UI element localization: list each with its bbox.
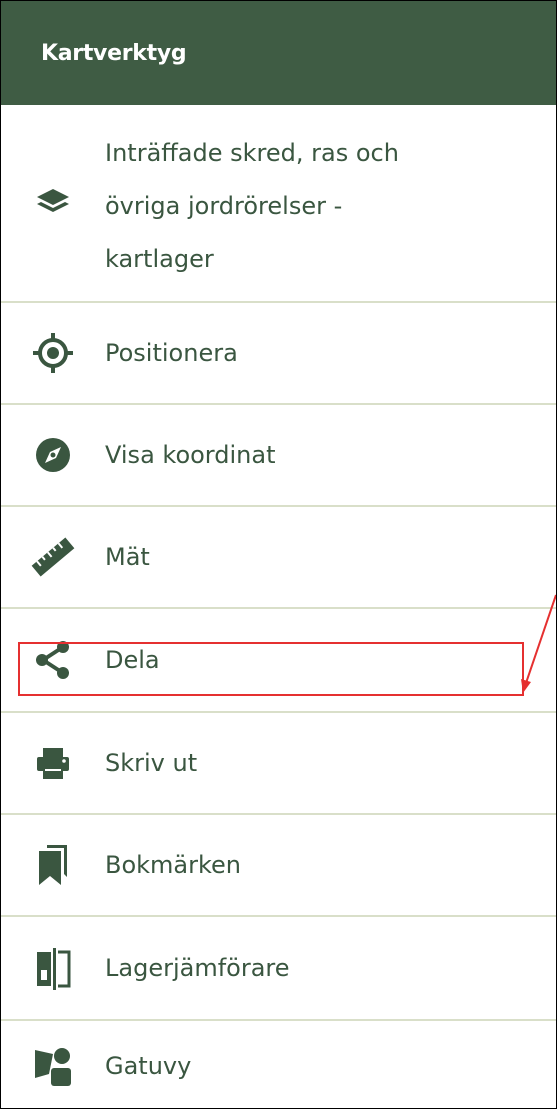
crosshair-icon — [31, 331, 75, 375]
tool-item-layer-compare[interactable]: Lagerjämförare — [1, 917, 556, 1021]
map-tools-panel: Kartverktyg Inträffade skred, ras och öv… — [0, 0, 557, 1109]
tool-item-label: Positionera — [105, 339, 238, 367]
share-icon — [31, 638, 75, 682]
compare-icon — [31, 946, 75, 990]
panel-header: Kartverktyg — [1, 1, 556, 105]
tool-item-label: Visa koordinat — [105, 441, 276, 469]
street-view-icon — [31, 1044, 75, 1088]
tool-item-label: Skriv ut — [105, 749, 198, 777]
tool-item-position[interactable]: Positionera — [1, 303, 556, 405]
print-icon — [31, 741, 75, 785]
tool-item-street-view[interactable]: Gatuvy — [1, 1021, 556, 1108]
panel-title: Kartverktyg — [41, 40, 187, 66]
tool-item-print[interactable]: Skriv ut — [1, 713, 556, 815]
bookmarks-icon — [31, 843, 75, 887]
tool-item-layers[interactable]: Inträffade skred, ras och övriga jordrör… — [1, 105, 556, 303]
compass-icon — [31, 433, 75, 477]
tool-item-share[interactable]: Dela — [1, 609, 556, 713]
layers-icon — [31, 181, 75, 225]
tool-item-label: Lagerjämförare — [105, 954, 290, 982]
tool-item-label: Inträffade skred, ras och övriga jordrör… — [105, 139, 399, 273]
tool-item-label: Bokmärken — [105, 851, 242, 879]
ruler-icon — [31, 535, 75, 579]
tool-item-show-coordinate[interactable]: Visa koordinat — [1, 405, 556, 507]
tool-item-measure[interactable]: Mät — [1, 507, 556, 609]
tool-item-label: Gatuvy — [105, 1052, 192, 1080]
tool-item-bookmarks[interactable]: Bokmärken — [1, 815, 556, 917]
tool-item-label: Mät — [105, 543, 150, 571]
tool-item-label: Dela — [105, 646, 160, 674]
